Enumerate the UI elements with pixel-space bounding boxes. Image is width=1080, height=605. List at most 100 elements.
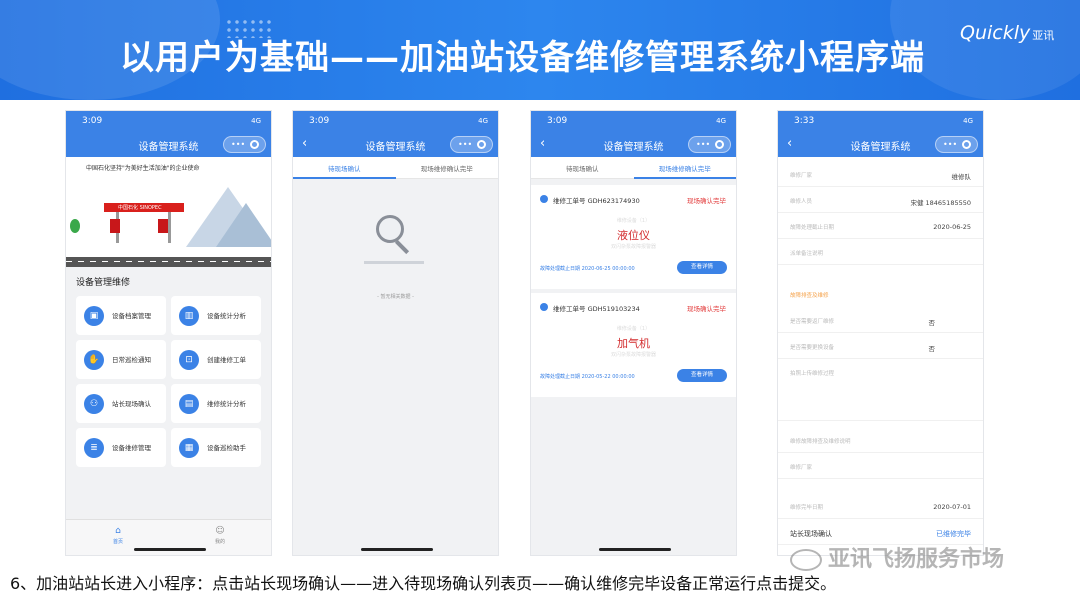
more-icon[interactable]: ••• (696, 140, 710, 149)
menu-capsule[interactable]: ••• (935, 136, 978, 153)
section-title: 设备管理维修 (66, 267, 271, 292)
deadline: 故障处理截止日期 2020-06-25 00:00:00 (540, 266, 635, 272)
wrench-icon (540, 195, 548, 203)
tab-pending-confirm[interactable]: 待现场确认 (531, 163, 634, 173)
tile-site-confirm[interactable]: ⚇ 站长现场确认 (76, 384, 166, 423)
people-icon: ⚇ (84, 394, 104, 414)
close-circle-icon[interactable] (715, 140, 724, 149)
chart-icon: ▤ (179, 394, 199, 414)
hero-slogan: 中国石化坚持"为美好生活加油"的企业使命 (86, 165, 200, 172)
signal-icon: 4G (251, 117, 261, 125)
close-circle-icon[interactable] (962, 140, 971, 149)
tab-pending-confirm[interactable]: 待现场确认 (293, 163, 396, 173)
tile-repair-management[interactable]: ≣ 设备维修管理 (76, 428, 166, 467)
view-detail-button[interactable]: 查看详情 (677, 261, 727, 274)
tile-inspection-helper[interactable]: ▦ 设备巡检助手 (171, 428, 261, 467)
bar-chart-icon: ▥ (179, 306, 199, 326)
signal-icon: 4G (478, 117, 488, 125)
tab-strip: 待现场确认 现场维修确认完毕 (293, 157, 498, 179)
status-bar: 3:09 4G (293, 111, 498, 132)
tree-icon (70, 219, 80, 233)
phone-order-detail: 3:33 4G ‹ 设备管理系统 ••• 维修厂家 维修队 维修人员 宋健 1846… (777, 110, 984, 556)
tile-device-archive[interactable]: ▣ 设备档案管理 (76, 296, 166, 335)
device-fault: 双闪杂泵故障报警器 (610, 352, 656, 358)
function-grid: ▣ 设备档案管理 ▥ 设备统计分析 ✋ 日常巡检通知 ⊡ 创建维修工单 ⚇ 站长现场确认 … (66, 292, 271, 471)
menu-capsule[interactable]: ••• (688, 136, 731, 153)
more-icon[interactable]: ••• (458, 140, 472, 149)
home-indicator (134, 548, 206, 551)
tab-underline (293, 177, 396, 179)
empty-message: - 暂无相关数据 - (377, 294, 414, 300)
tile-create-order[interactable]: ⊡ 创建维修工单 (171, 340, 261, 379)
tab-confirmed[interactable]: 现场维修确认完毕 (396, 163, 499, 173)
section-label: 故障排查及维修 (790, 293, 829, 299)
device-count: 维修设备（1） (616, 218, 651, 224)
nav-bar: ‹ 设备管理系统 ••• (531, 132, 736, 157)
status-time: 3:09 (309, 116, 330, 126)
field-row: 维修人员 宋健 18465185550 (778, 189, 983, 213)
signal-icon: 4G (716, 117, 726, 125)
quickly-logo: Quickly 亚讯 (960, 22, 1055, 44)
field-row: 故障处理截止日期 2020-06-25 (778, 215, 983, 239)
field-row: 维修厂家 (778, 455, 983, 479)
order-card[interactable]: 维修工单号 GDH519103234 现场确认完毕 维修设备（1） 加气机 双闪… (531, 293, 736, 397)
device-name: 液位仪 (617, 229, 650, 242)
order-number: 维修工单号 GDH519103234 (553, 305, 640, 313)
hand-icon: ✋ (84, 350, 104, 370)
status-bar: 3:09 4G (531, 111, 736, 132)
road (66, 257, 271, 267)
tile-daily-inspection[interactable]: ✋ 日常巡检通知 (76, 340, 166, 379)
close-circle-icon[interactable] (477, 140, 486, 149)
photo-upload-row[interactable]: 拍照上传维修过程 (778, 361, 983, 421)
field-row[interactable]: 是否需要返厂维修否 (778, 309, 983, 333)
fuel-pump-icon (158, 219, 168, 233)
more-icon[interactable]: ••• (943, 140, 957, 149)
hero-banner: 中国石化坚持"为美好生活加油"的企业使命 中国石化 SINOPEC (66, 157, 271, 267)
tab-underline (633, 177, 736, 179)
home-icon: ⌂ (115, 526, 121, 536)
home-indicator (599, 548, 671, 551)
nav-bar: ‹ 设备管理系统 ••• (293, 132, 498, 157)
menu-capsule[interactable]: ••• (223, 136, 266, 153)
menu-capsule[interactable]: ••• (450, 136, 493, 153)
tab-strip: 待现场确认 现场维修确认完毕 (531, 157, 736, 179)
hero-illustration: 中国石化 SINOPEC (66, 173, 271, 267)
status-time: 3:33 (794, 116, 815, 126)
wechat-watermark: 亚讯飞扬服务市场 (790, 541, 1004, 573)
tab-confirmed[interactable]: 现场维修确认完毕 (634, 163, 737, 173)
order-number: 维修工单号 GDH623174930 (553, 197, 640, 205)
view-detail-button[interactable]: 查看详情 (677, 369, 727, 382)
more-icon[interactable]: ••• (231, 140, 245, 149)
nav-bar: ‹ 设备管理系统 ••• (778, 132, 983, 157)
tile-device-stats[interactable]: ▥ 设备统计分析 (171, 296, 261, 335)
clipboard-icon: ▦ (179, 438, 199, 458)
field-row: 维修故障排查及维修说明 (778, 429, 983, 453)
field-row: 维修厂家 维修队 (778, 163, 983, 187)
header-banner: 以用户为基础——加油站设备维修管理系统小程序端 Quickly 亚讯 (0, 0, 1080, 100)
empty-search-icon (358, 211, 428, 271)
field-row: 派单备注说明 (778, 241, 983, 265)
device-fault: 双闪杂泵故障报警器 (610, 244, 656, 250)
home-indicator (361, 548, 433, 551)
close-circle-icon[interactable] (250, 140, 259, 149)
order-card[interactable]: 维修工单号 GDH623174930 现场确认完毕 维修设备（1） 液位仪 双闪… (531, 185, 736, 289)
document-icon: ≣ (84, 438, 104, 458)
tab-home[interactable]: ⌂ 首页 (98, 526, 138, 545)
slide-caption: 6、加油站站长进入小程序：点击站长现场确认——进入待现场确认列表页——确认维修完… (10, 574, 837, 593)
signal-icon: 4G (963, 117, 973, 125)
phone-home-screen: 3:09 4G 设备管理系统 ••• 中国石化坚持"为美好生活加油"的企业使命 … (65, 110, 272, 556)
nav-bar: 设备管理系统 ••• (66, 132, 271, 157)
tab-mine[interactable]: ☺ 我的 (200, 526, 240, 545)
status-bar: 3:09 4G (66, 111, 271, 132)
tile-repair-stats[interactable]: ▤ 维修统计分析 (171, 384, 261, 423)
field-row: 维修完毕日期 2020-07-01 (778, 495, 983, 519)
inbox-icon: ⊡ (179, 350, 199, 370)
wrench-icon (540, 303, 548, 311)
status-time: 3:09 (547, 116, 568, 126)
field-row[interactable]: 是否需要更换设备否 (778, 335, 983, 359)
phone-pending-list: 3:09 4G ‹ 设备管理系统 ••• 待现场确认 现场维修确认完毕 - 暂无… (292, 110, 499, 556)
device-count: 维修设备（1） (616, 326, 651, 332)
folder-icon: ▣ (84, 306, 104, 326)
slide-title: 以用户为基础——加油站设备维修管理系统小程序端 (120, 38, 925, 78)
phone-confirmed-list: 3:09 4G ‹ 设备管理系统 ••• 待现场确认 现场维修确认完毕 维修工单… (530, 110, 737, 556)
